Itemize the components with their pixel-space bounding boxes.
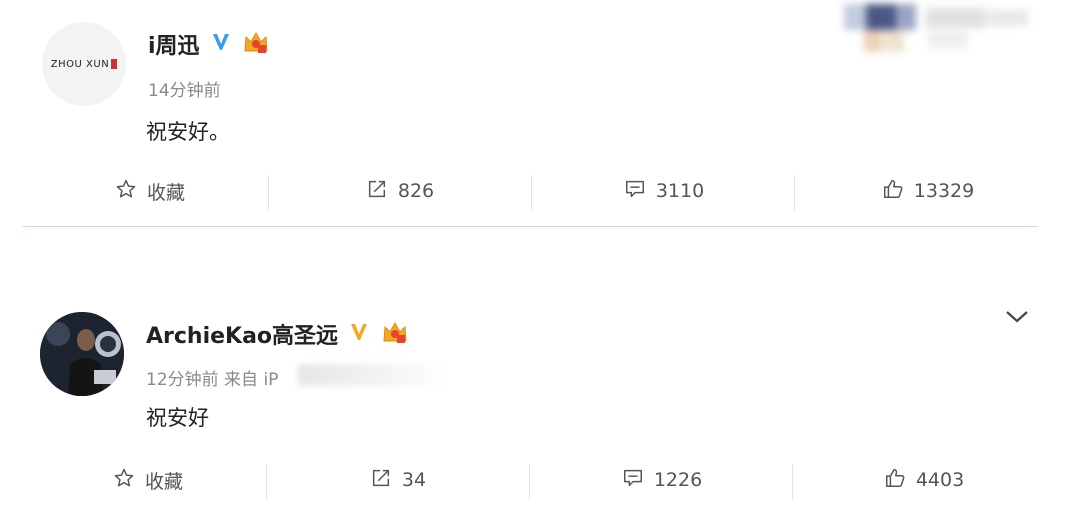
favorite-button[interactable]: 收藏	[58, 455, 238, 505]
comment-icon	[622, 467, 644, 494]
like-button[interactable]: 13329	[838, 166, 1018, 216]
repost-icon	[366, 178, 388, 205]
divider	[529, 464, 530, 500]
like-count: 13329	[913, 180, 975, 202]
favorite-label: 收藏	[144, 470, 183, 493]
favorite-button[interactable]: 收藏	[60, 166, 240, 216]
comment-count: 1226	[653, 469, 703, 491]
crown-badge-icon	[242, 29, 270, 59]
username[interactable]: i周迅	[148, 28, 200, 60]
comment-count: 3110	[655, 180, 705, 202]
repost-count: 34	[401, 469, 427, 491]
username[interactable]: ArchieKao高圣远	[146, 318, 338, 350]
post-content: 祝安好。	[146, 120, 230, 144]
post-card: ZHOU XUN i周迅 14分钟前 祝安好。 收藏 826 3110 1332…	[0, 0, 1080, 228]
repost-count: 826	[397, 180, 435, 202]
post-separator	[22, 226, 1038, 227]
repost-icon	[370, 467, 392, 494]
post-card: ArchieKao高圣远 12分钟前 来自 iP 祝安好 收藏 34 1226 …	[0, 290, 1080, 507]
repost-button[interactable]: 34	[308, 455, 488, 505]
crown-badge-icon	[380, 319, 410, 349]
star-icon	[113, 467, 135, 494]
chevron-down-icon[interactable]	[1004, 308, 1030, 330]
post-meta: 12分钟前 来自 iP	[146, 365, 278, 390]
post-source: 来自 iP	[224, 370, 279, 390]
comment-icon	[624, 178, 646, 205]
divider	[531, 175, 532, 211]
divider	[792, 464, 793, 500]
action-bar: 收藏 826 3110 13329	[0, 166, 1080, 216]
like-count: 4403	[915, 469, 965, 491]
avatar-logo-text: ZHOU XUN	[50, 58, 110, 70]
avatar[interactable]: ZHOU XUN	[42, 22, 126, 106]
like-button[interactable]: 4403	[834, 455, 1014, 505]
blurred-source	[298, 364, 448, 386]
name-row: ArchieKao高圣远	[146, 318, 410, 350]
avatar-photo	[40, 312, 124, 396]
like-icon	[884, 467, 906, 494]
divider	[266, 464, 267, 500]
avatar-logo: ZHOU XUN	[42, 22, 126, 106]
post-time: 12分钟前	[146, 370, 219, 390]
comment-button[interactable]: 1226	[572, 455, 752, 505]
star-icon	[115, 178, 137, 205]
name-row: i周迅	[148, 28, 270, 60]
comment-button[interactable]: 3110	[574, 166, 754, 216]
post-time: 14分钟前	[148, 81, 221, 101]
favorite-label: 收藏	[146, 181, 185, 204]
avatar[interactable]	[40, 312, 124, 396]
verified-icon	[348, 321, 370, 347]
repost-button[interactable]: 826	[310, 166, 490, 216]
divider	[794, 175, 795, 211]
verified-icon	[210, 31, 232, 57]
action-bar: 收藏 34 1226 4403	[0, 455, 1080, 505]
like-icon	[882, 178, 904, 205]
divider	[268, 175, 269, 211]
post-content: 祝安好	[146, 406, 209, 430]
